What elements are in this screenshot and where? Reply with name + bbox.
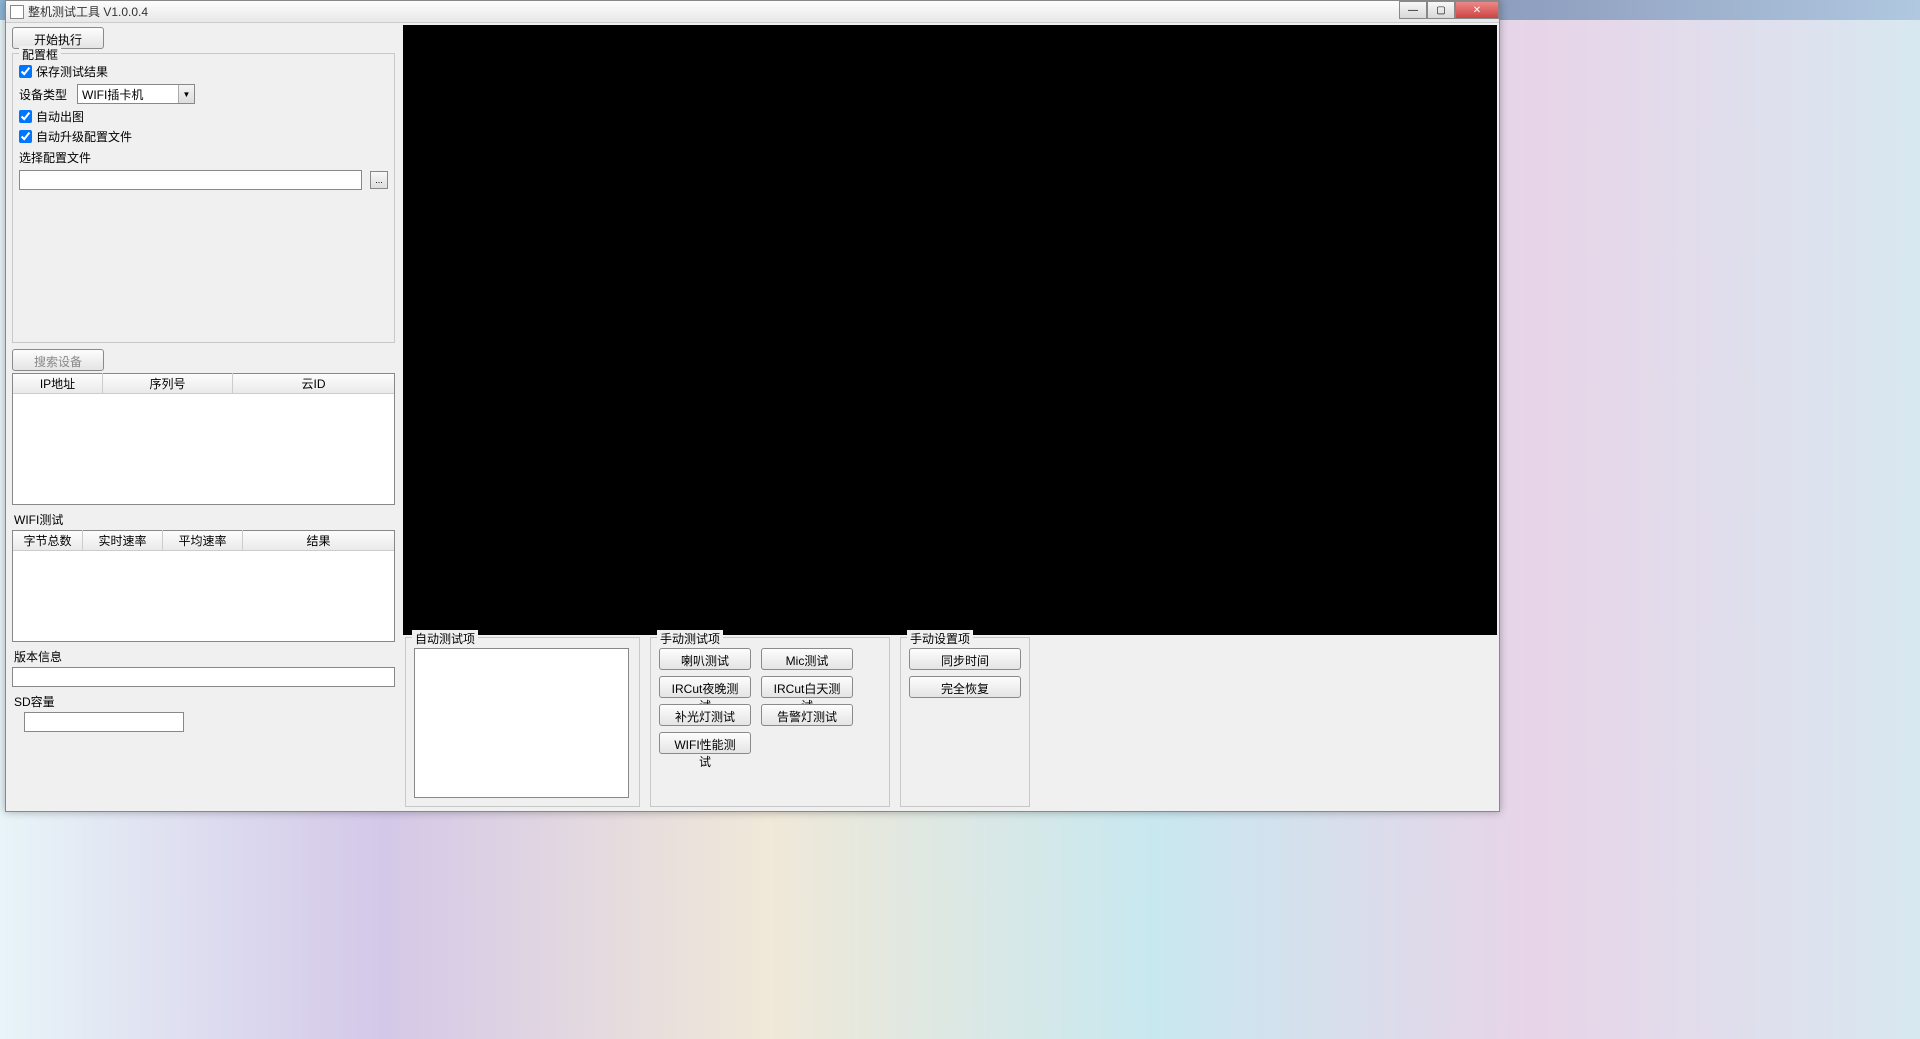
auto-test-listbox[interactable] bbox=[414, 648, 629, 798]
speaker-test-button[interactable]: 喇叭测试 bbox=[659, 648, 751, 670]
sync-time-button[interactable]: 同步时间 bbox=[909, 648, 1021, 670]
wifi-test-label: WIFI测试 bbox=[14, 511, 395, 528]
auto-upgrade-label: 自动升级配置文件 bbox=[36, 128, 132, 145]
device-table[interactable]: IP地址 序列号 云ID bbox=[12, 373, 395, 505]
wifi-perf-button[interactable]: WIFI性能测试 bbox=[659, 732, 751, 754]
auto-img-checkbox[interactable] bbox=[19, 110, 32, 123]
manual-test-group: 手动测试项 喇叭测试 Mic测试 IRCut夜晚测试 IRCut白天测试 补光灯… bbox=[650, 637, 890, 807]
left-panel: 开始执行 配置框 保存测试结果 设备类型 ▼ 自动出图 bbox=[6, 23, 401, 811]
window-title: 整机测试工具 V1.0.0.4 bbox=[28, 3, 148, 20]
col-cloud[interactable]: 云ID bbox=[233, 373, 394, 394]
video-preview bbox=[403, 25, 1497, 635]
wifi-table[interactable]: 字节总数 实时速率 平均速率 结果 bbox=[12, 530, 395, 642]
mic-test-button[interactable]: Mic测试 bbox=[761, 648, 853, 670]
select-config-label: 选择配置文件 bbox=[19, 149, 388, 166]
manual-settings-legend: 手动设置项 bbox=[907, 630, 973, 647]
browse-button[interactable]: ... bbox=[370, 171, 388, 189]
alarm-light-button[interactable]: 告警灯测试 bbox=[761, 704, 853, 726]
manual-test-legend: 手动测试项 bbox=[657, 630, 723, 647]
fill-light-button[interactable]: 补光灯测试 bbox=[659, 704, 751, 726]
sd-capacity-label: SD容量 bbox=[14, 693, 395, 710]
app-icon bbox=[10, 5, 24, 19]
manual-settings-group: 手动设置项 同步时间 完全恢复 bbox=[900, 637, 1030, 807]
save-result-checkbox[interactable] bbox=[19, 65, 32, 78]
auto-test-group: 自动测试项 bbox=[405, 637, 640, 807]
config-legend: 配置框 bbox=[19, 46, 61, 63]
col-sn[interactable]: 序列号 bbox=[103, 373, 233, 394]
col-rt[interactable]: 实时速率 bbox=[83, 530, 163, 551]
device-type-combo[interactable] bbox=[77, 84, 195, 104]
auto-img-label: 自动出图 bbox=[36, 108, 84, 125]
device-type-label: 设备类型 bbox=[19, 86, 69, 103]
search-device-button[interactable]: 搜索设备 bbox=[12, 349, 104, 371]
maximize-button[interactable]: ▢ bbox=[1427, 1, 1455, 19]
full-restore-button[interactable]: 完全恢复 bbox=[909, 676, 1021, 698]
col-bytes[interactable]: 字节总数 bbox=[13, 530, 83, 551]
version-info-input[interactable] bbox=[12, 667, 395, 687]
auto-upgrade-checkbox[interactable] bbox=[19, 130, 32, 143]
col-ip[interactable]: IP地址 bbox=[13, 373, 103, 394]
ircut-day-button[interactable]: IRCut白天测试 bbox=[761, 676, 853, 698]
col-avg[interactable]: 平均速率 bbox=[163, 530, 243, 551]
right-area: 自动测试项 手动测试项 喇叭测试 Mic测试 IRCut夜晚测试 IRCut白天… bbox=[401, 23, 1499, 811]
app-window: 整机测试工具 V1.0.0.4 — ▢ ✕ 开始执行 配置框 保存测试结果 设备… bbox=[5, 0, 1500, 812]
auto-test-legend: 自动测试项 bbox=[412, 630, 478, 647]
version-info-label: 版本信息 bbox=[14, 648, 395, 665]
wifi-table-body bbox=[13, 551, 394, 641]
col-result[interactable]: 结果 bbox=[243, 530, 394, 551]
device-table-body bbox=[13, 394, 394, 504]
config-path-input[interactable] bbox=[19, 170, 362, 190]
titlebar[interactable]: 整机测试工具 V1.0.0.4 — ▢ ✕ bbox=[6, 1, 1499, 23]
minimize-button[interactable]: — bbox=[1399, 1, 1427, 19]
sd-capacity-input[interactable] bbox=[24, 712, 184, 732]
close-button[interactable]: ✕ bbox=[1455, 1, 1499, 19]
ircut-night-button[interactable]: IRCut夜晚测试 bbox=[659, 676, 751, 698]
save-result-label: 保存测试结果 bbox=[36, 63, 108, 80]
config-groupbox: 配置框 保存测试结果 设备类型 ▼ 自动出图 bbox=[12, 53, 395, 343]
